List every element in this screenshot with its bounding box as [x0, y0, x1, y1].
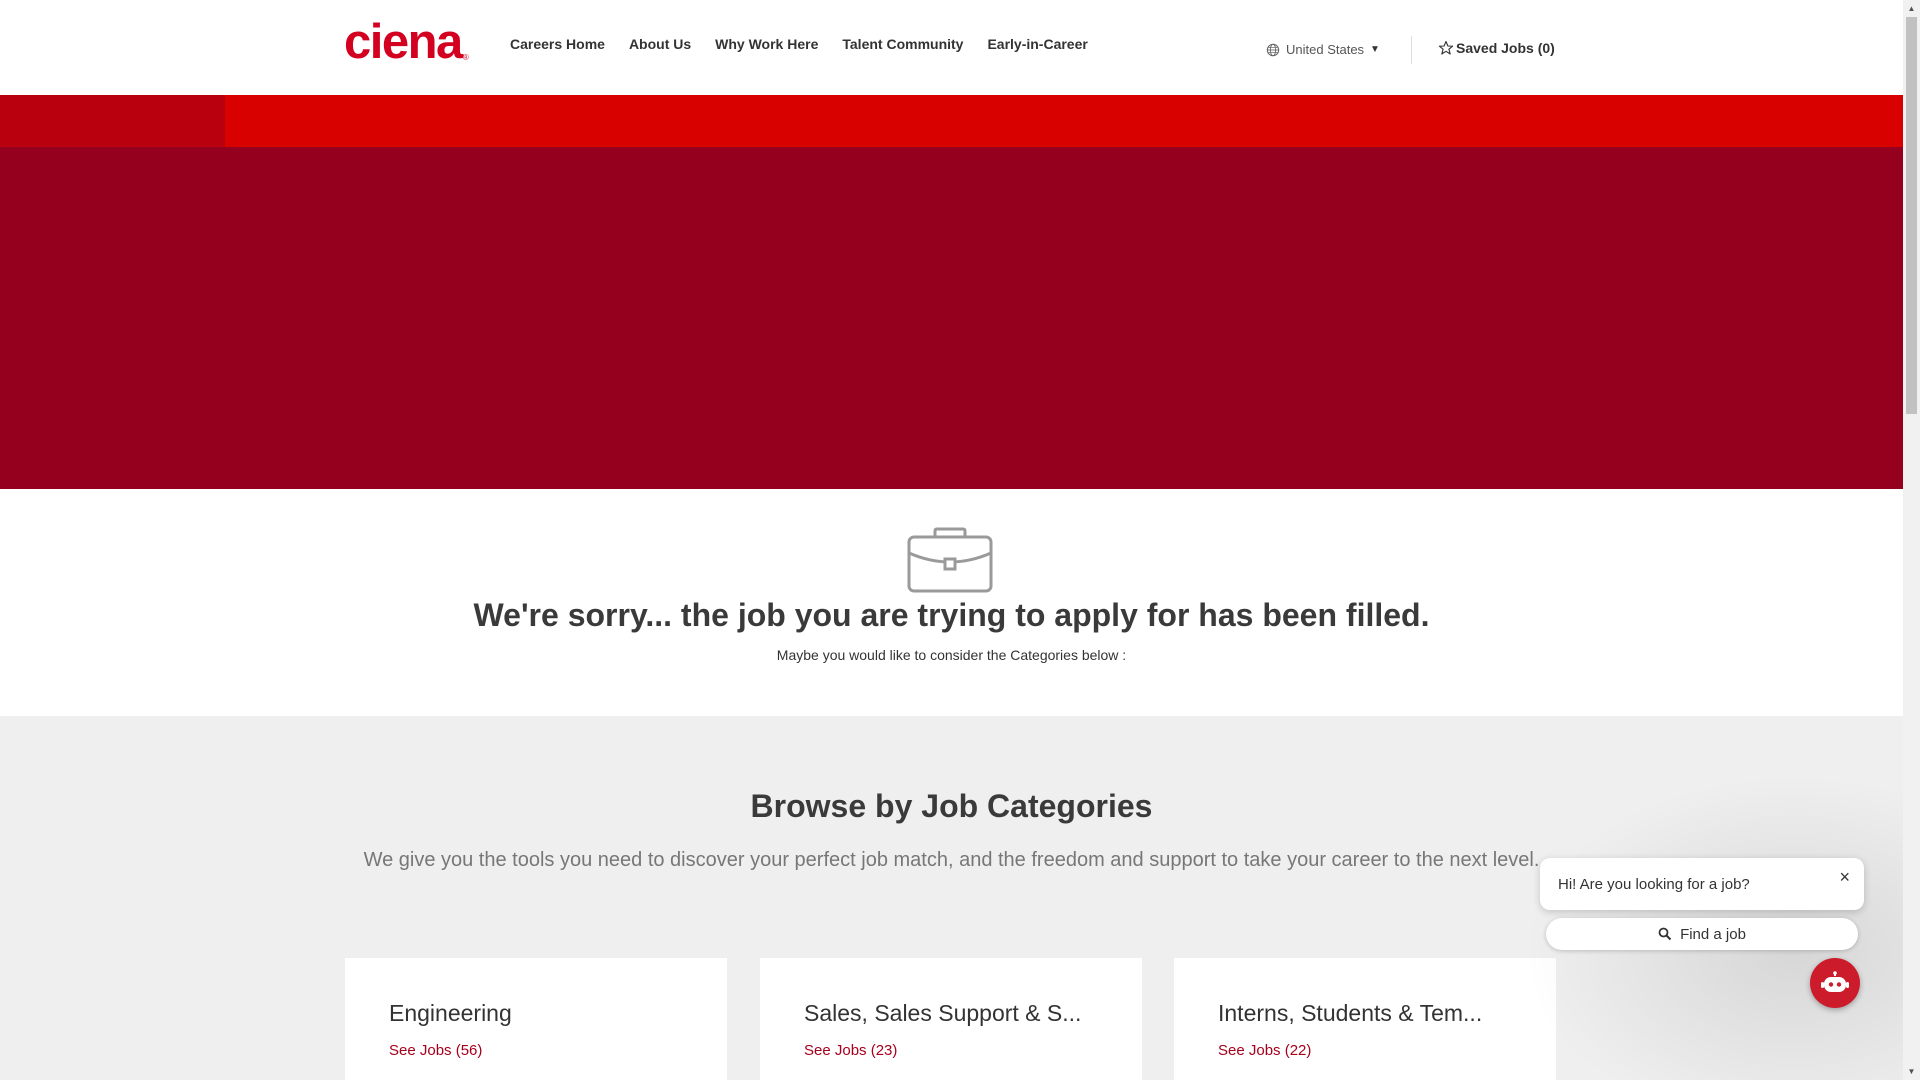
chat-greeting-text: Hi! Are you looking for a job?: [1558, 876, 1750, 893]
site-header: ciena ® Careers Home About Us Why Work H…: [0, 0, 1903, 95]
browse-description: We give you the tools you need to discov…: [363, 849, 1540, 871]
chatbot-icon: [1821, 971, 1849, 992]
scroll-thumb[interactable]: [1906, 17, 1917, 414]
scroll-up-arrow[interactable]: ▲: [1903, 0, 1920, 17]
hero-banner: [0, 147, 1903, 489]
nav-why-work-here[interactable]: Why Work Here: [715, 36, 818, 52]
chat-greeting-bubble: Hi! Are you looking for a job? ×: [1540, 858, 1864, 910]
header-divider: [1411, 36, 1412, 64]
red-banner-accent: [0, 95, 225, 147]
careers-page: ciena ® Careers Home About Us Why Work H…: [0, 0, 1903, 1080]
see-jobs-link[interactable]: See Jobs (23): [804, 1042, 897, 1059]
find-a-job-label: Find a job: [1680, 925, 1746, 943]
globe-icon: [1266, 43, 1280, 56]
see-jobs-link[interactable]: See Jobs (56): [389, 1042, 482, 1059]
category-card-interns[interactable]: Interns, Students & Tem... See Jobs (22): [1174, 958, 1556, 1080]
nav-early-in-career[interactable]: Early-in-Career: [987, 36, 1087, 52]
country-label: United States: [1286, 42, 1365, 57]
category-card-engineering[interactable]: Engineering See Jobs (56): [345, 958, 727, 1080]
chevron-down-icon: ▼: [1370, 44, 1380, 55]
nav-careers-home[interactable]: Careers Home: [510, 36, 605, 52]
category-card-sales[interactable]: Sales, Sales Support & S... See Jobs (23…: [760, 958, 1142, 1080]
saved-jobs-label: Saved Jobs (0): [1456, 40, 1555, 56]
browse-title: Browse by Job Categories: [750, 788, 1153, 824]
job-filled-section: We're sorry... the job you are trying to…: [0, 489, 1903, 716]
logo-text: ciena: [344, 15, 463, 69]
see-jobs-link[interactable]: See Jobs (22): [1218, 1042, 1311, 1059]
scroll-down-arrow[interactable]: ▼: [1903, 1063, 1920, 1080]
star-icon: [1438, 40, 1454, 55]
briefcase-icon: [907, 527, 993, 593]
nav-talent-community[interactable]: Talent Community: [842, 36, 963, 52]
ciena-logo[interactable]: ciena ®: [344, 15, 469, 69]
main-nav: Careers Home About Us Why Work Here Tale…: [510, 36, 1112, 52]
search-icon: [1658, 927, 1672, 941]
category-title: Engineering: [389, 1000, 512, 1026]
nav-about-us[interactable]: About Us: [629, 36, 691, 52]
find-a-job-button[interactable]: Find a job: [1546, 918, 1858, 950]
logo-registered-mark: ®: [462, 53, 469, 62]
country-selector[interactable]: United States ▼: [1266, 42, 1380, 57]
saved-jobs-link[interactable]: Saved Jobs (0): [1438, 40, 1555, 56]
job-filled-title: We're sorry... the job you are trying to…: [473, 597, 1430, 633]
red-banner-strip: [0, 95, 1903, 147]
category-title: Interns, Students & Tem...: [1218, 1000, 1483, 1026]
category-title: Sales, Sales Support & S...: [804, 1000, 1082, 1026]
job-filled-subtitle: Maybe you would like to consider the Cat…: [776, 647, 1127, 663]
chatbot-launcher[interactable]: [1810, 958, 1860, 1008]
close-icon[interactable]: ×: [1839, 868, 1850, 886]
page-scrollbar[interactable]: ▲ ▼: [1903, 0, 1920, 1080]
